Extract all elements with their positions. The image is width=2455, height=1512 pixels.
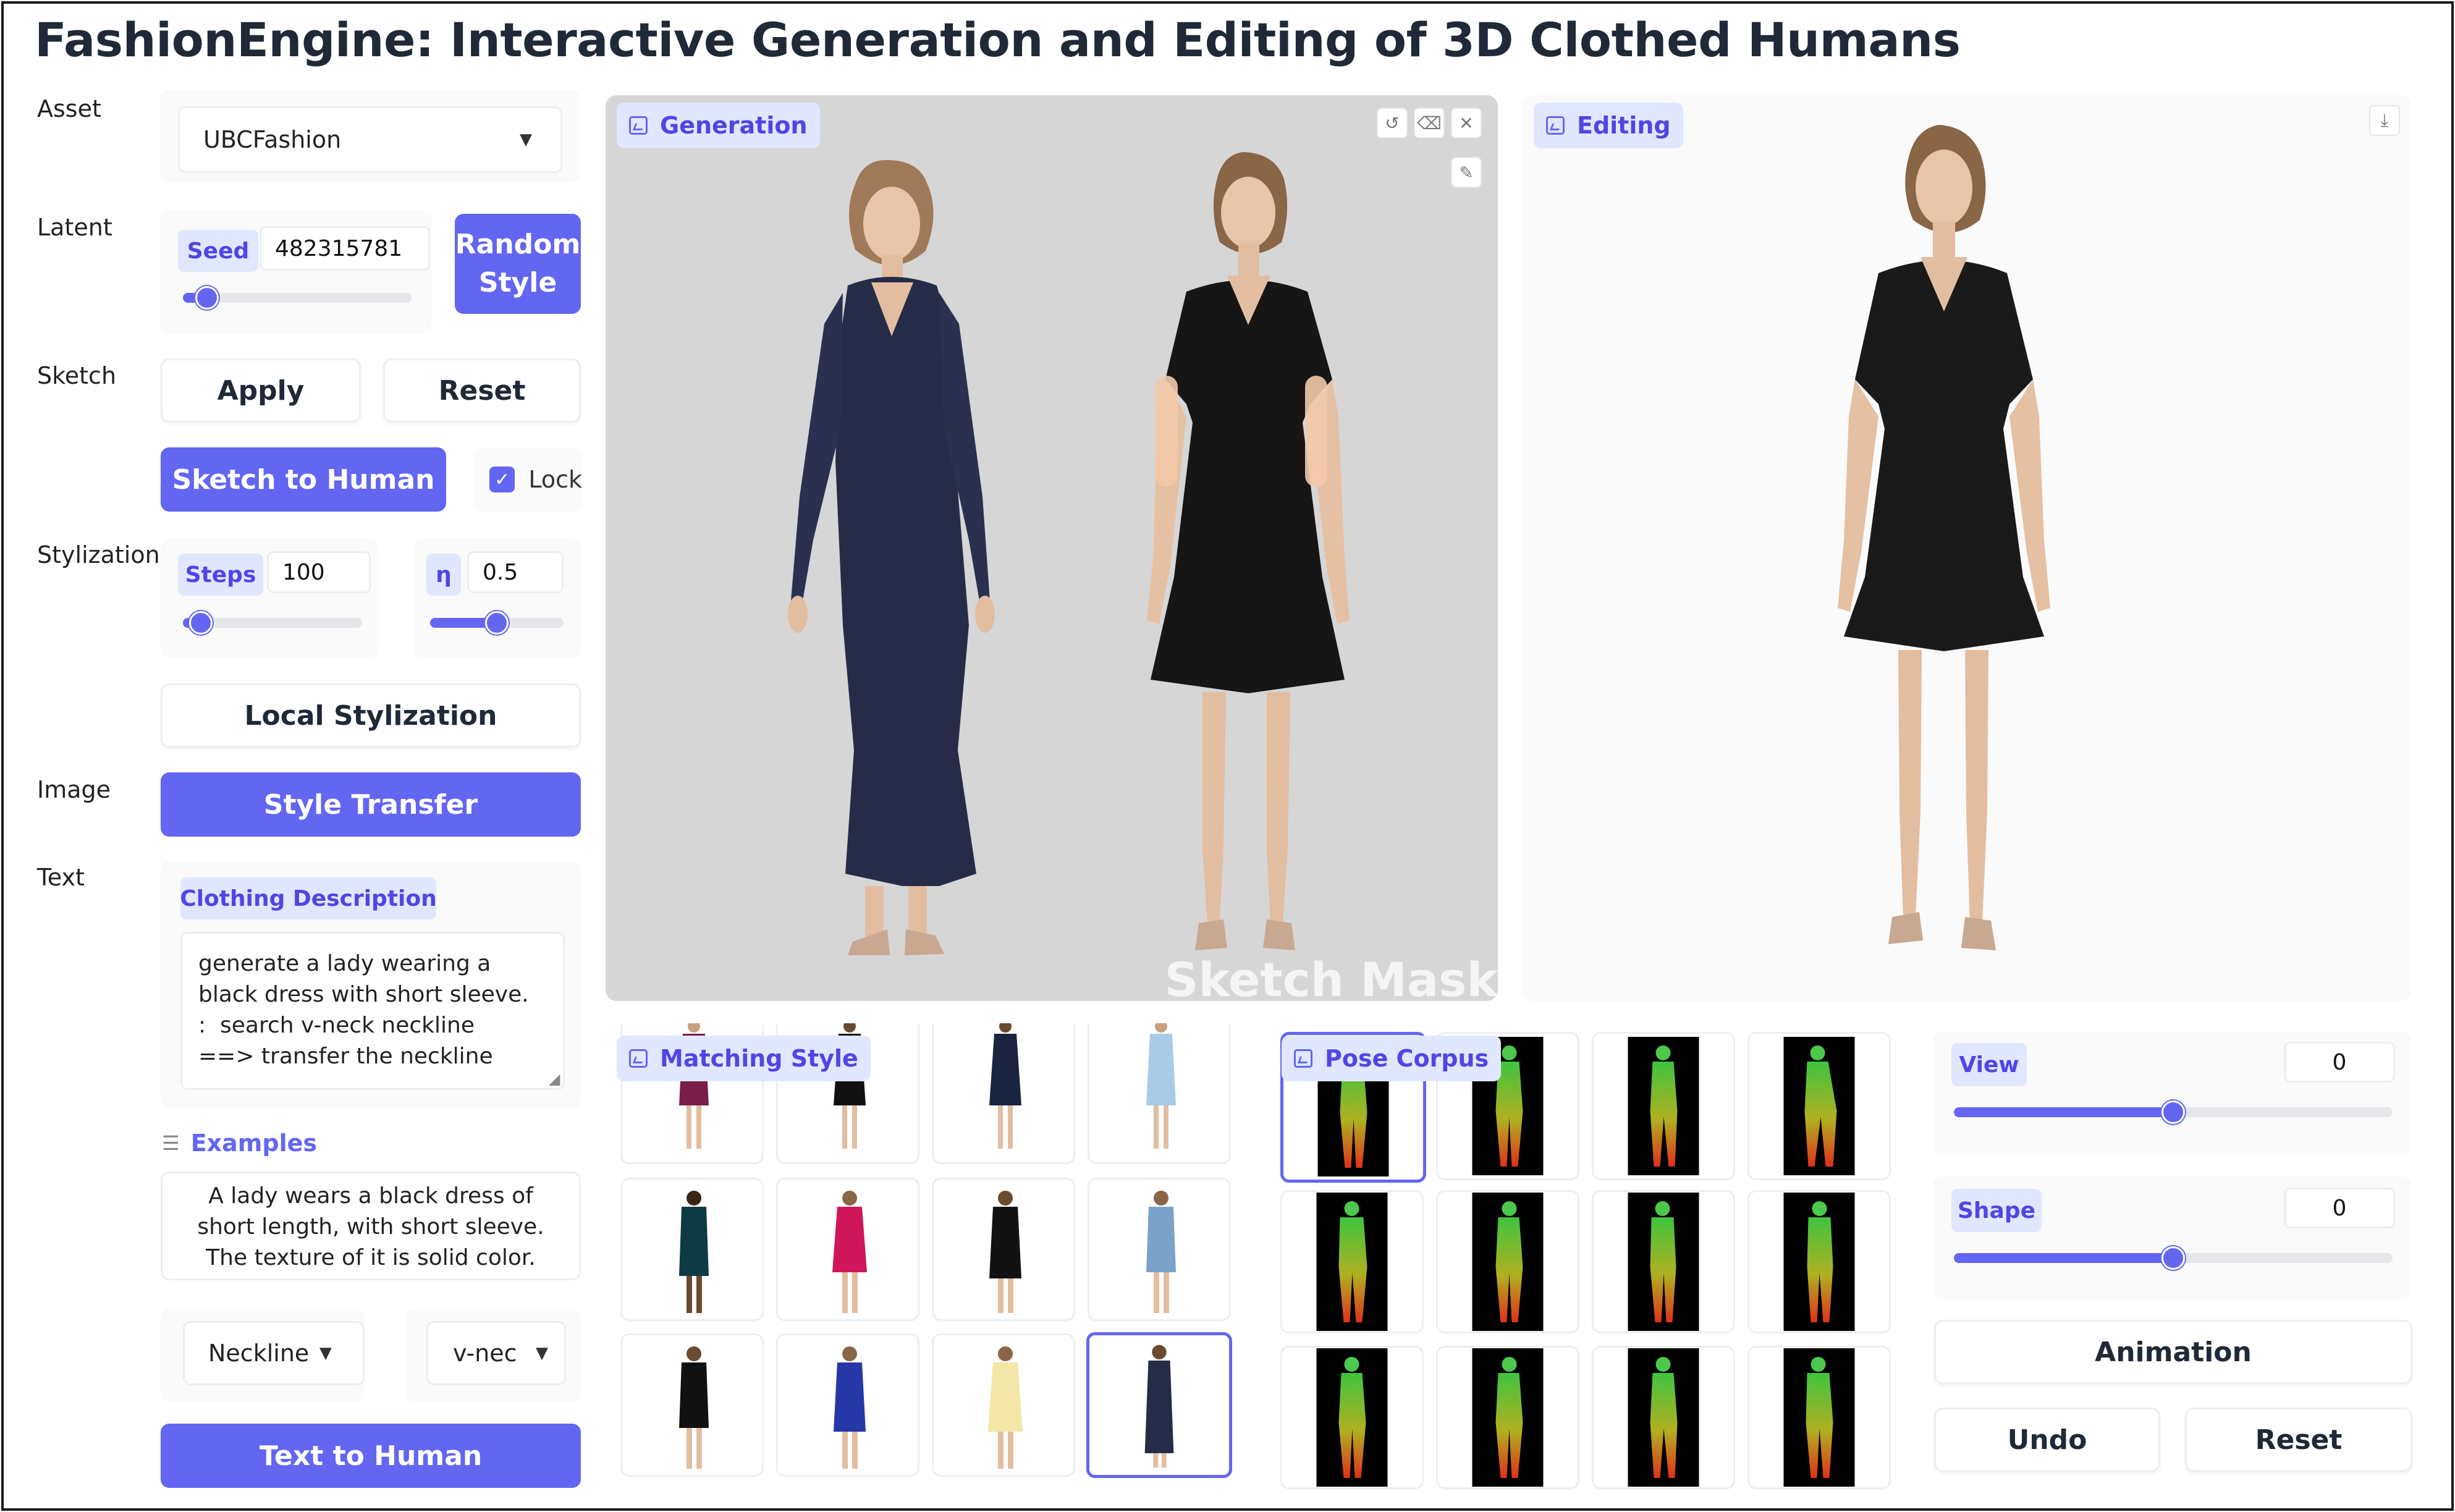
app-window: FashionEngine: Interactive Generation an… [1,1,2454,1511]
image-icon [629,1049,648,1068]
pose-thumbnail[interactable] [1747,1346,1891,1489]
style-thumbnail-selected[interactable] [1086,1332,1232,1478]
list-icon: ☰ [162,1131,180,1155]
pose-thumbnail[interactable] [1436,1346,1579,1489]
seed-slider[interactable] [183,286,412,310]
close-icon[interactable]: ✕ [1451,108,1482,138]
pose-thumbnail[interactable] [1592,1190,1735,1333]
view-slider-handle[interactable] [2161,1100,2185,1124]
eta-label: η [426,554,461,596]
caret-down-icon: ▼ [536,1344,548,1362]
caret-down-icon: ▼ [319,1344,332,1362]
pose-thumbnail[interactable] [1592,1032,1735,1180]
text-label: Text [37,864,85,891]
brush-icon[interactable]: ✎ [1451,157,1482,188]
asset-selected: UBCFashion [203,126,342,153]
pose-thumbnail[interactable] [1592,1346,1735,1489]
sketch-reset-button[interactable]: Reset [383,358,581,423]
generation-image [788,152,1350,955]
clothing-description-label: Clothing Description [180,877,437,919]
lock-label: Lock [528,466,582,493]
pose-thumbnail[interactable] [1747,1032,1891,1180]
matching-style-gallery [612,1023,1240,1487]
matching-style-label: Matching Style [617,1036,871,1081]
generation-label: Generation [617,103,820,148]
style-thumbnail[interactable] [932,1178,1075,1321]
style-thumbnail[interactable] [776,1178,919,1321]
sketch-mask-overlay: Sketch Mask [1164,952,1498,1001]
pose-thumbnail[interactable] [1747,1190,1891,1333]
attribute-dropdown[interactable]: Neckline ▼ [183,1321,365,1385]
seed-label: Seed [178,230,258,272]
pose-corpus-gallery [1274,1032,1902,1489]
style-thumbnail[interactable] [620,1333,764,1477]
style-thumbnail[interactable] [1088,1023,1231,1164]
asset-label: Asset [37,95,101,122]
reset-button[interactable]: Reset [2185,1408,2412,1472]
undo-icon[interactable]: ↺ [1377,108,1408,138]
resize-handle-icon[interactable]: ◢ [549,1070,560,1088]
model-black-dress [1147,152,1350,950]
steps-label: Steps [178,554,263,596]
image-icon [1294,1049,1312,1068]
model-navy-dress [788,159,995,955]
animation-button[interactable]: Animation [1934,1320,2412,1384]
example-item[interactable]: A lady wears a black dress of short leng… [161,1172,581,1280]
examples-header: ☰ Examples [162,1130,318,1157]
view-input[interactable]: 0 [2284,1042,2395,1083]
asset-dropdown[interactable]: UBCFashion ▼ [178,106,562,173]
eta-slider-handle[interactable] [485,611,509,635]
style-thumbnail[interactable] [776,1333,919,1477]
shape-input[interactable]: 0 [2284,1188,2395,1228]
lock-checkbox[interactable]: ✓ Lock [473,447,582,512]
page-title: FashionEngine: Interactive Generation an… [35,12,1961,67]
editing-panel [1521,95,2411,1001]
view-label: View [1951,1043,2027,1086]
pose-thumbnail[interactable] [1280,1346,1424,1489]
pose-thumbnail[interactable] [1436,1190,1579,1333]
sketch-to-human-button[interactable]: Sketch to Human [161,447,446,512]
text-to-human-button[interactable]: Text to Human [161,1424,581,1488]
generation-panel[interactable]: Sketch Mask [606,95,1498,1001]
sketch-label: Sketch [37,362,117,389]
random-style-button[interactable]: Random Style [455,214,581,314]
eraser-icon[interactable]: ⌫ [1414,108,1445,138]
caret-down-icon: ▼ [520,130,532,149]
seed-slider-handle[interactable] [195,286,219,310]
apply-button[interactable]: Apply [161,358,361,423]
image-icon [629,116,648,135]
download-icon[interactable]: ⤓ [2369,105,2400,136]
stylization-label: Stylization [37,541,160,568]
steps-input[interactable]: 100 [267,551,371,593]
view-slider[interactable] [1954,1100,2393,1124]
clothing-description-input[interactable]: generate a lady wearing a black dress wi… [180,932,565,1090]
shape-slider-handle[interactable] [2161,1246,2185,1270]
undo-button[interactable]: Undo [1934,1408,2160,1472]
pose-corpus-label: Pose Corpus [1282,1036,1502,1081]
style-thumbnail[interactable] [1088,1178,1231,1321]
pose-thumbnail[interactable] [1280,1190,1424,1333]
seed-input[interactable]: 482315781 [260,226,430,271]
steps-slider[interactable] [183,611,362,635]
style-thumbnail[interactable] [932,1333,1075,1477]
eta-input[interactable]: 0.5 [467,551,564,593]
checkmark-icon: ✓ [489,467,515,492]
shape-label: Shape [1951,1189,2042,1232]
local-stylization-button[interactable]: Local Stylization [161,683,581,748]
attribute-value-dropdown[interactable]: v-nec ▼ [426,1321,566,1385]
style-thumbnail[interactable] [932,1023,1075,1164]
latent-label: Latent [37,214,112,241]
editing-label: Editing [1534,103,1683,148]
steps-slider-handle[interactable] [189,611,213,635]
image-icon [1546,116,1565,135]
eta-slider[interactable] [430,611,564,635]
shape-slider[interactable] [1954,1246,2393,1270]
editing-image [1838,125,2050,950]
style-transfer-button[interactable]: Style Transfer [161,772,581,837]
style-thumbnail[interactable] [620,1178,764,1321]
image-label: Image [37,776,111,803]
